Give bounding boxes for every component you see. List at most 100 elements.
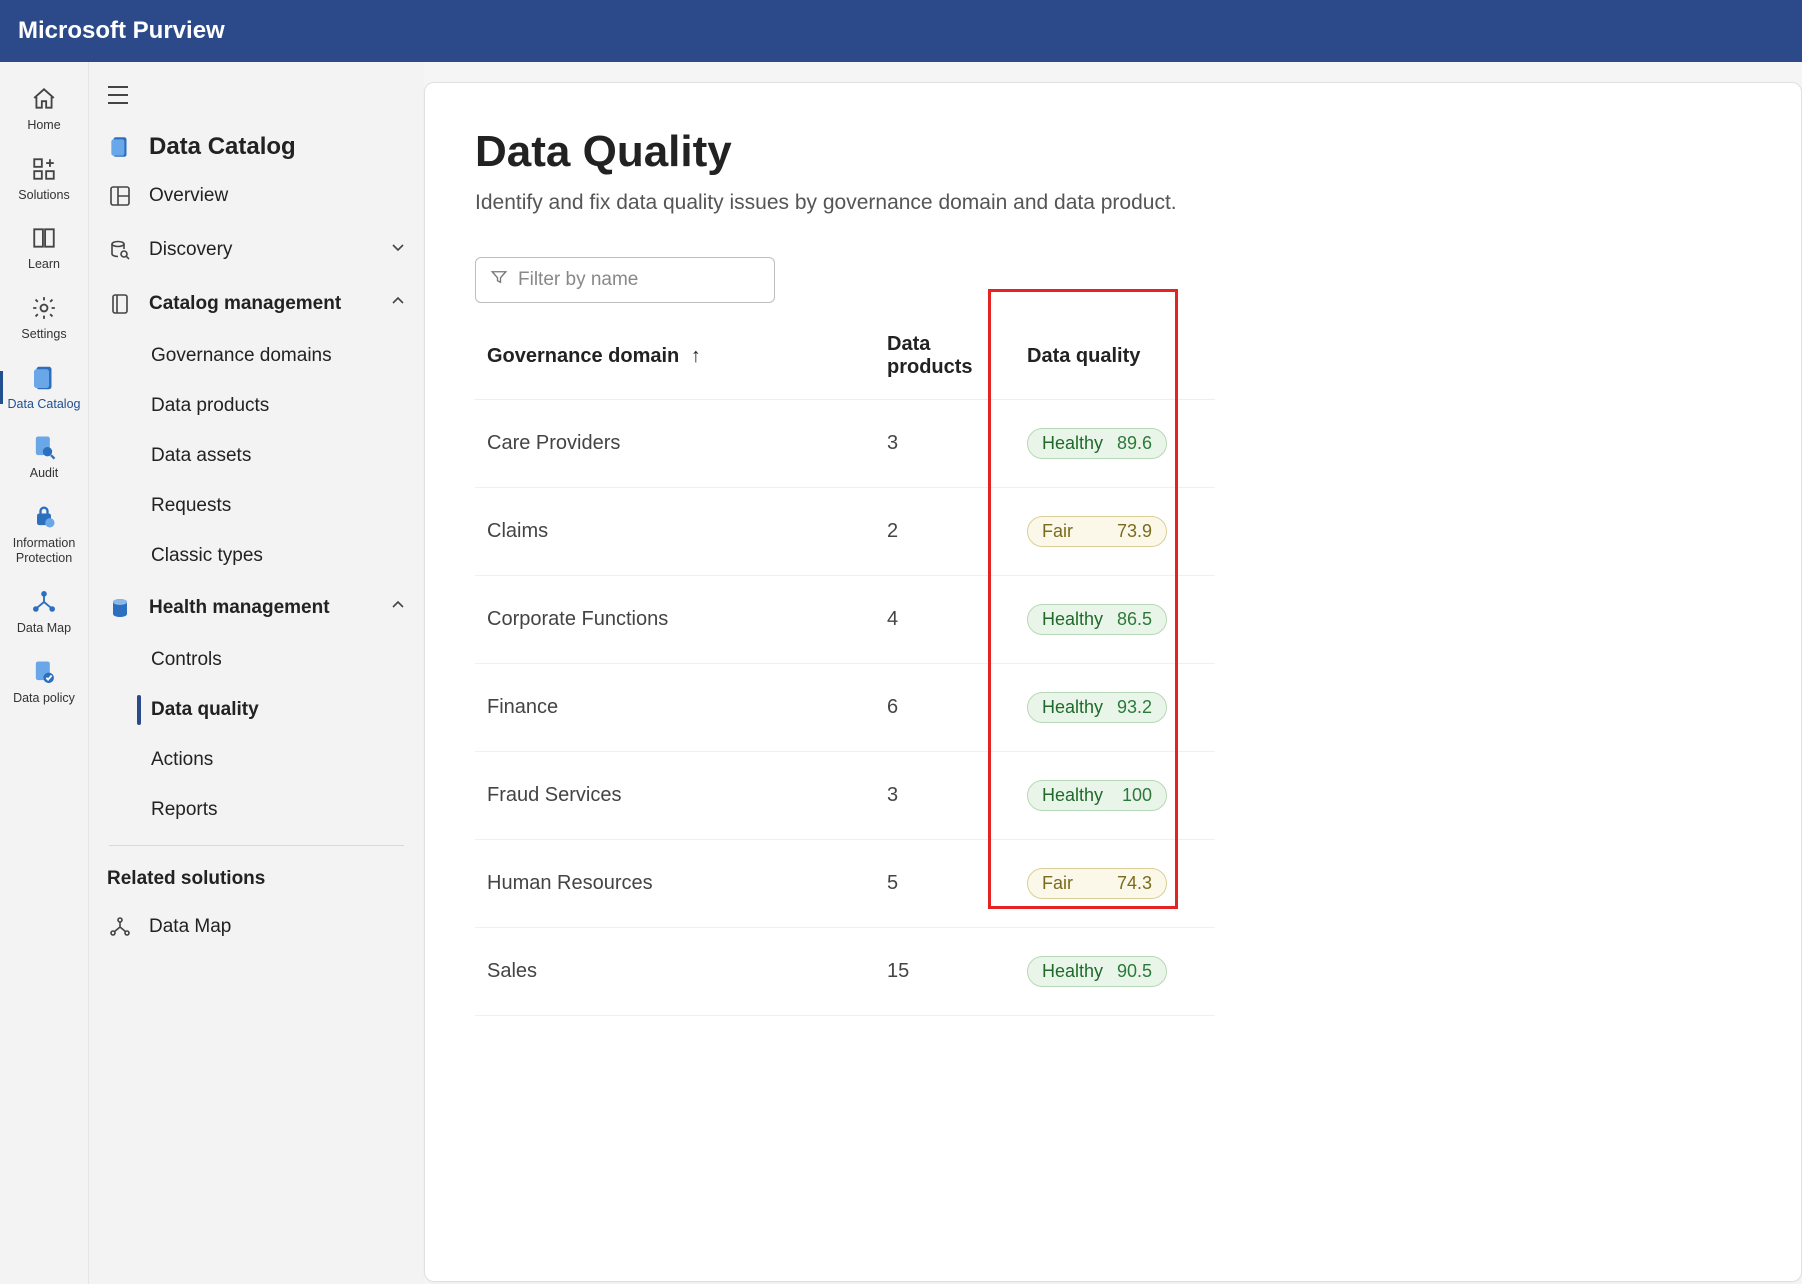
table-row[interactable]: Human Resources5 Fair 74.3 bbox=[475, 840, 1215, 928]
products-cell: 5 bbox=[875, 840, 1015, 928]
col-governance-domain[interactable]: Governance domain ↑ bbox=[475, 313, 875, 400]
table-row[interactable]: Corporate Functions4Healthy86.5 bbox=[475, 576, 1215, 664]
nav-classic-types[interactable]: Classic types bbox=[89, 531, 424, 581]
content-card: Data Quality Identify and fix data quali… bbox=[424, 82, 1802, 1282]
products-cell: 3 bbox=[875, 752, 1015, 840]
quality-score: 93.2 bbox=[1117, 697, 1152, 718]
domain-cell: Care Providers bbox=[475, 400, 875, 488]
filter-icon bbox=[490, 268, 508, 292]
catalog-icon bbox=[107, 134, 133, 160]
nav-reports[interactable]: Reports bbox=[89, 785, 424, 835]
nav-catalog-management[interactable]: Catalog management bbox=[89, 277, 424, 331]
page-title: Data Quality bbox=[475, 127, 1751, 177]
products-cell: 6 bbox=[875, 664, 1015, 752]
table-row[interactable]: Care Providers3Healthy89.6 bbox=[475, 400, 1215, 488]
rail-home[interactable]: Home bbox=[0, 74, 89, 144]
nav-governance-domains[interactable]: Governance domains bbox=[89, 331, 424, 381]
nav-actions[interactable]: Actions bbox=[89, 735, 424, 785]
nav-label: Data assets bbox=[151, 445, 251, 467]
nav-overview[interactable]: Overview bbox=[89, 169, 424, 223]
domain-cell: Sales bbox=[475, 928, 875, 1016]
product-name: Microsoft Purview bbox=[18, 17, 225, 45]
quality-cell: Healthy 89.6 bbox=[1015, 400, 1215, 488]
table-row[interactable]: Sales15Healthy90.5 bbox=[475, 928, 1215, 1016]
filter-input[interactable]: Filter by name bbox=[475, 257, 775, 303]
nav-label: Classic types bbox=[151, 545, 263, 567]
table-row[interactable]: Finance6 Healthy 93.2 bbox=[475, 664, 1215, 752]
nav-discovery[interactable]: Discovery bbox=[89, 223, 424, 277]
nav-health-management[interactable]: Health management bbox=[89, 581, 424, 635]
gear-icon bbox=[29, 293, 59, 323]
chevron-down-icon bbox=[390, 239, 406, 261]
nav-data-products[interactable]: Data products bbox=[89, 381, 424, 431]
products-cell: 15 bbox=[875, 928, 1015, 1016]
rail-solutions[interactable]: Solutions bbox=[0, 144, 89, 214]
rail-label: Data policy bbox=[13, 691, 75, 707]
related-solutions-label: Related solutions bbox=[89, 864, 424, 900]
nav-controls[interactable]: Controls bbox=[89, 635, 424, 685]
quality-cell: Fair73.9 bbox=[1015, 488, 1215, 576]
nav-label: Actions bbox=[151, 749, 213, 771]
quality-badge: Fair 74.3 bbox=[1027, 868, 1167, 899]
audit-icon bbox=[29, 432, 59, 462]
hamburger-button[interactable] bbox=[89, 76, 424, 125]
rail-label: Home bbox=[27, 118, 60, 134]
col-data-quality[interactable]: Data quality bbox=[1015, 313, 1215, 400]
quality-badge: Healthy100 bbox=[1027, 780, 1167, 811]
book-icon bbox=[107, 291, 133, 317]
rail-label: Data Catalog bbox=[8, 397, 81, 413]
nav-data-assets[interactable]: Data assets bbox=[89, 431, 424, 481]
quality-label: Healthy bbox=[1042, 961, 1103, 982]
nav-data-quality[interactable]: Data quality bbox=[89, 685, 424, 735]
rail-label: Learn bbox=[28, 257, 60, 273]
layout-icon bbox=[107, 183, 133, 209]
table-row[interactable]: Fraud Services3 Healthy100 bbox=[475, 752, 1215, 840]
nav-label: Data quality bbox=[151, 699, 259, 721]
nav-requests[interactable]: Requests bbox=[89, 481, 424, 531]
nav-label: Reports bbox=[151, 799, 218, 821]
nodes-icon bbox=[107, 914, 133, 940]
quality-label: Healthy bbox=[1042, 433, 1103, 454]
rail-data-map[interactable]: Data Map bbox=[0, 577, 89, 647]
quality-badge: Healthy 93.2 bbox=[1027, 692, 1167, 723]
nav-label: Data Map bbox=[149, 916, 231, 938]
quality-score: 86.5 bbox=[1117, 609, 1152, 630]
domain-cell: Human Resources bbox=[475, 840, 875, 928]
rail-data-policy[interactable]: Data policy bbox=[0, 647, 89, 717]
rail-info-protection[interactable]: Information Protection bbox=[0, 492, 89, 577]
quality-badge: Healthy 89.6 bbox=[1027, 428, 1167, 459]
policy-icon bbox=[29, 657, 59, 687]
sidebar-title-row: Data Catalog bbox=[89, 125, 424, 169]
table-row[interactable]: Claims2Fair73.9 bbox=[475, 488, 1215, 576]
rail-label: Audit bbox=[30, 466, 59, 482]
rail-audit[interactable]: Audit bbox=[0, 422, 89, 492]
products-cell: 4 bbox=[875, 576, 1015, 664]
nav-label: Governance domains bbox=[151, 345, 332, 367]
filter-placeholder: Filter by name bbox=[518, 269, 638, 291]
quality-cell: Fair 74.3 bbox=[1015, 840, 1215, 928]
quality-cell: Healthy 93.2 bbox=[1015, 664, 1215, 752]
rail-data-catalog[interactable]: Data Catalog bbox=[0, 353, 89, 423]
col-data-products[interactable]: Data products bbox=[875, 313, 1015, 400]
nav-label: Requests bbox=[151, 495, 231, 517]
quality-score: 73.9 bbox=[1117, 521, 1152, 542]
quality-label: Fair bbox=[1042, 873, 1073, 894]
domain-cell: Corporate Functions bbox=[475, 576, 875, 664]
database-search-icon bbox=[107, 237, 133, 263]
lock-shield-icon bbox=[29, 502, 59, 532]
nav-label: Overview bbox=[149, 185, 228, 207]
book-icon bbox=[29, 223, 59, 253]
nav-related-data-map[interactable]: Data Map bbox=[89, 900, 424, 954]
nav-label: Controls bbox=[151, 649, 222, 671]
sort-asc-icon: ↑ bbox=[691, 345, 701, 367]
rail-label: Data Map bbox=[17, 621, 71, 637]
rail-learn[interactable]: Learn bbox=[0, 213, 89, 283]
domain-cell: Claims bbox=[475, 488, 875, 576]
domain-cell: Fraud Services bbox=[475, 752, 875, 840]
quality-label: Healthy bbox=[1042, 697, 1103, 718]
quality-score: 89.6 bbox=[1117, 433, 1152, 454]
rail-settings[interactable]: Settings bbox=[0, 283, 89, 353]
quality-score: 74.3 bbox=[1117, 873, 1152, 894]
domain-cell: Finance bbox=[475, 664, 875, 752]
rail-label: Information Protection bbox=[4, 536, 85, 567]
